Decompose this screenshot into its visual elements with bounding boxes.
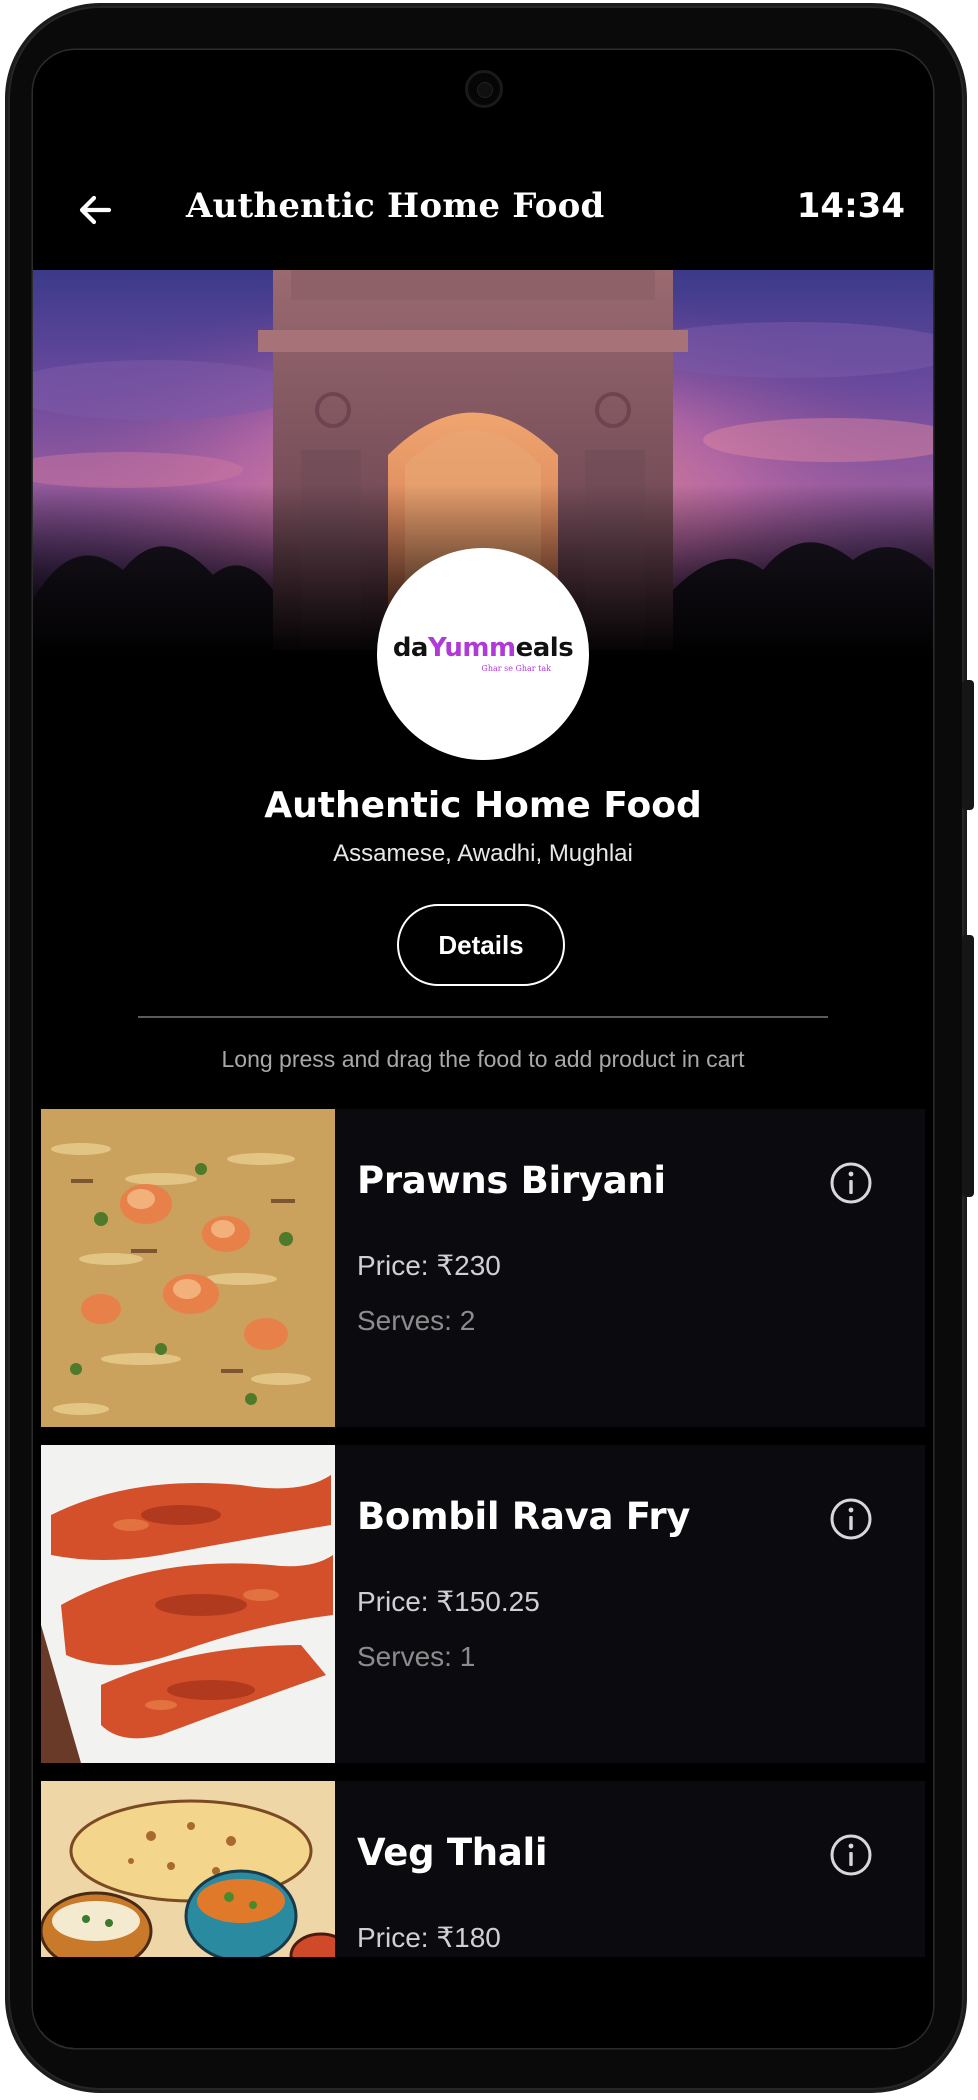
vendor-logo: daYummeals Ghar se Ghar tak — [377, 548, 589, 760]
food-image-prawns-biryani — [41, 1109, 335, 1427]
divider — [138, 1016, 828, 1018]
volume-button — [962, 935, 974, 1197]
logo-tagline: Ghar se Ghar tak — [481, 664, 551, 673]
logo-accent: Yumm — [427, 633, 516, 663]
back-button[interactable] — [67, 182, 123, 238]
info-circle-icon — [830, 1498, 872, 1540]
vendor-name: Authentic Home Food — [264, 785, 702, 826]
info-button[interactable] — [827, 1831, 875, 1879]
food-name: Prawns Biryani — [357, 1159, 666, 1202]
food-list: Prawns Biryani Price: ₹230 Serves: 2 Bom… — [41, 1109, 925, 2048]
info-circle-icon — [830, 1834, 872, 1876]
food-serves: Serves: 2 — [357, 1305, 476, 1336]
logo-prefix: da — [392, 633, 429, 663]
info-button[interactable] — [827, 1495, 875, 1543]
screen: Authentic Home Food 14:34 daYummeals Gha… — [33, 50, 933, 2048]
food-serves: Serves: 1 — [357, 1641, 476, 1672]
info-button[interactable] — [827, 1159, 875, 1207]
bottom-bar — [33, 1957, 933, 2048]
food-price: Price: ₹150.25 — [357, 1586, 540, 1617]
logo-wordmark: daYummeals — [392, 633, 574, 663]
details-button[interactable]: Details — [397, 904, 565, 986]
food-card-prawns-biryani[interactable]: Prawns Biryani Price: ₹230 Serves: 2 — [41, 1109, 925, 1427]
food-name: Bombil Rava Fry — [357, 1495, 691, 1538]
drag-hint-text: Long press and drag the food to add prod… — [221, 1046, 745, 1072]
food-price: Price: ₹180 — [357, 1922, 501, 1953]
food-image-bombil-rava-fry — [41, 1445, 335, 1763]
food-card-bombil-rava-fry[interactable]: Bombil Rava Fry Price: ₹150.25 Serves: 1 — [41, 1445, 925, 1763]
food-price: Price: ₹230 — [357, 1250, 501, 1281]
info-circle-icon — [830, 1162, 872, 1204]
arrow-left-icon — [79, 195, 112, 225]
vendor-cuisines: Assamese, Awadhi, Mughlai — [333, 840, 633, 867]
food-name: Veg Thali — [357, 1831, 548, 1874]
app-bar: Authentic Home Food 14:34 — [33, 160, 933, 260]
clock: 14:34 — [796, 186, 905, 226]
logo-suffix: eals — [515, 633, 574, 663]
front-camera — [465, 70, 503, 108]
power-button — [962, 680, 974, 810]
app-bar-title: Authentic Home Food — [186, 186, 605, 226]
